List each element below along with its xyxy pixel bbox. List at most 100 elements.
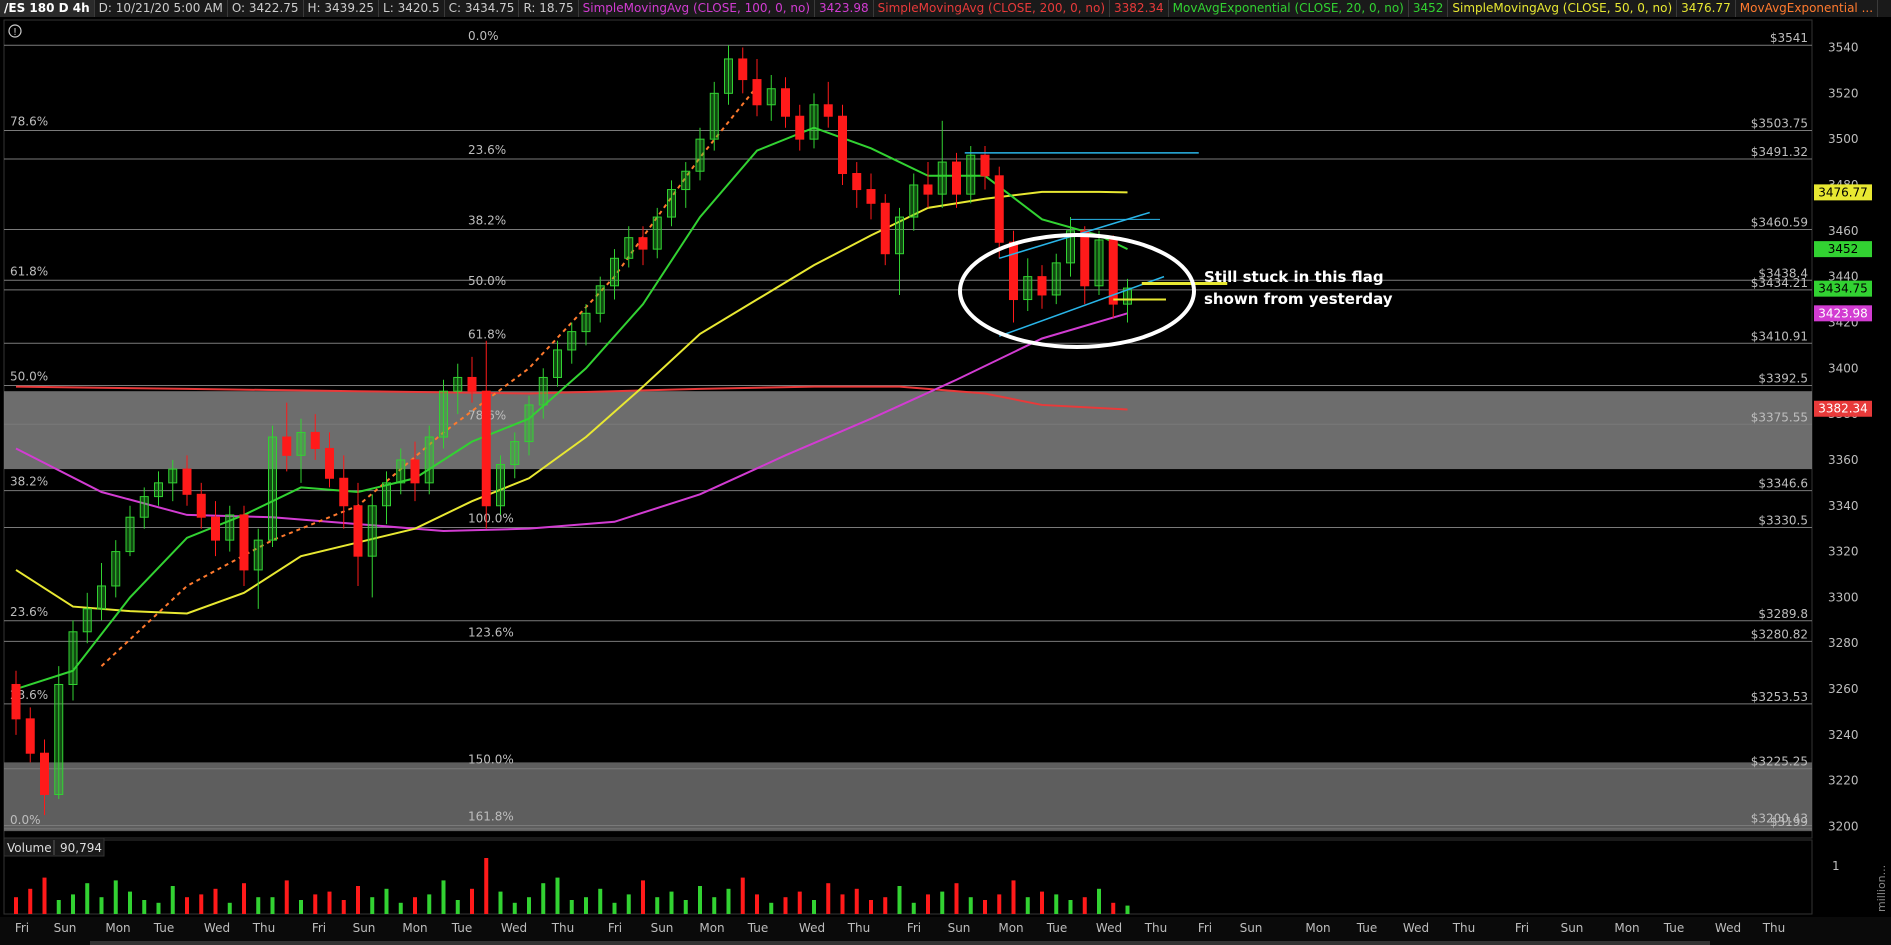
x-tick-label: Mon	[1305, 921, 1330, 935]
volume-bar	[85, 883, 90, 914]
y-tick-label: 3320	[1828, 545, 1859, 559]
candle-body	[481, 390, 491, 507]
candle-body	[396, 459, 406, 484]
x-tick-label: Fri	[907, 921, 921, 935]
candle-body	[880, 202, 890, 255]
candle-body	[1051, 262, 1061, 296]
candle-body	[980, 154, 990, 177]
y-tick-label: 3400	[1828, 361, 1859, 375]
volume-bar	[1082, 897, 1087, 914]
candle-body	[239, 514, 249, 571]
level-label: $3410.91	[1751, 329, 1808, 343]
candle-body	[895, 216, 904, 255]
fib-label-mid: 61.8%	[468, 327, 506, 341]
y-tick-label: 3240	[1828, 728, 1859, 742]
candle-body	[595, 285, 605, 314]
candle-body	[268, 436, 277, 541]
x-tick-label: Thu	[1452, 921, 1476, 935]
candle-body	[567, 331, 577, 351]
x-tick-label: Fri	[312, 921, 326, 935]
x-tick-label: Fri	[15, 921, 29, 935]
volume-bar	[669, 891, 674, 914]
y-tick-label: 3260	[1828, 682, 1859, 696]
candle-body	[952, 161, 961, 195]
volume-bar	[470, 888, 474, 914]
x-tick-label: Thu	[1144, 921, 1168, 935]
candle-body	[795, 115, 805, 140]
candle-body	[923, 184, 933, 195]
volume-bar	[1111, 902, 1116, 914]
volume-bar	[726, 888, 731, 914]
candle-body	[424, 436, 434, 484]
volume-bar	[712, 897, 717, 914]
candle-body	[866, 189, 876, 204]
candle-body	[410, 459, 420, 484]
candle-body	[1023, 276, 1033, 301]
y-tick-label: 3280	[1828, 636, 1859, 650]
candle-body	[538, 376, 548, 406]
candle-body	[852, 173, 862, 191]
candle-body	[724, 58, 733, 94]
volume-bar	[584, 897, 588, 914]
candle-body	[453, 376, 463, 392]
volume-bar	[455, 900, 460, 914]
volume-bar	[1040, 891, 1044, 914]
volume-bar	[313, 894, 318, 914]
candle-body	[652, 216, 662, 250]
candle-body	[367, 505, 377, 557]
candle-body	[310, 431, 320, 449]
volume-bar	[1054, 894, 1059, 914]
x-tick-label: Fri	[1198, 921, 1212, 935]
fib-label-left: 38.2%	[10, 475, 48, 489]
candle-body	[353, 505, 363, 557]
annotation-text-line2: shown from yesterday	[1204, 290, 1393, 308]
y-tick-label: 3220	[1828, 774, 1859, 788]
volume-bar	[797, 891, 802, 914]
level-label: $3375.55	[1751, 410, 1808, 424]
volume-bar	[427, 894, 432, 914]
candle-body	[695, 138, 705, 172]
volume-scale-label: 1	[1832, 859, 1840, 873]
volume-bar	[413, 897, 417, 914]
volume-unit-label: million...	[1875, 865, 1888, 912]
volume-bar	[911, 902, 916, 914]
candle-body	[382, 482, 391, 507]
x-tick-label: Tue	[153, 921, 175, 935]
candle-body	[1094, 239, 1104, 287]
price-chart[interactable]: $3541$3503.75$3491.32$3460.59$3438.4$343…	[0, 0, 1891, 945]
volume-bar	[142, 900, 147, 914]
x-tick-label: Thu	[551, 921, 575, 935]
y-tick-label: 3520	[1828, 86, 1859, 100]
candle-body	[667, 189, 676, 218]
volume-bar	[940, 891, 945, 914]
fib-label-left: 78.6%	[10, 115, 48, 129]
candle-body	[738, 58, 748, 81]
volume-bar	[512, 902, 517, 914]
volume-bar	[769, 902, 774, 914]
x-tick-label: Mon	[998, 921, 1023, 935]
volume-bar	[954, 883, 959, 914]
volume-value: 90,794	[60, 841, 102, 855]
x-tick-label: Thu	[847, 921, 871, 935]
candle-body	[1080, 230, 1090, 287]
volume-bar	[812, 900, 816, 914]
volume-bar	[270, 897, 275, 914]
candle-body	[439, 390, 448, 438]
level-label: $3346.6	[1758, 477, 1808, 491]
candle-body	[467, 376, 477, 392]
volume-bar	[356, 886, 360, 914]
volume-bar	[755, 894, 759, 914]
candle-body	[496, 464, 505, 507]
volume-bar	[441, 880, 446, 914]
fib-label-mid: 123.6%	[468, 625, 514, 639]
volume-bar	[541, 883, 546, 914]
candle-body	[111, 551, 121, 587]
horizontal-scrollbar[interactable]	[90, 941, 1710, 945]
volume-bar	[527, 897, 531, 914]
level-label: $3392.5	[1758, 371, 1808, 385]
volume-bar	[42, 877, 47, 914]
volume-bar	[99, 897, 104, 914]
volume-bar	[883, 897, 888, 914]
y-tick-label: 3360	[1828, 453, 1859, 467]
volume-bar	[1025, 897, 1030, 914]
